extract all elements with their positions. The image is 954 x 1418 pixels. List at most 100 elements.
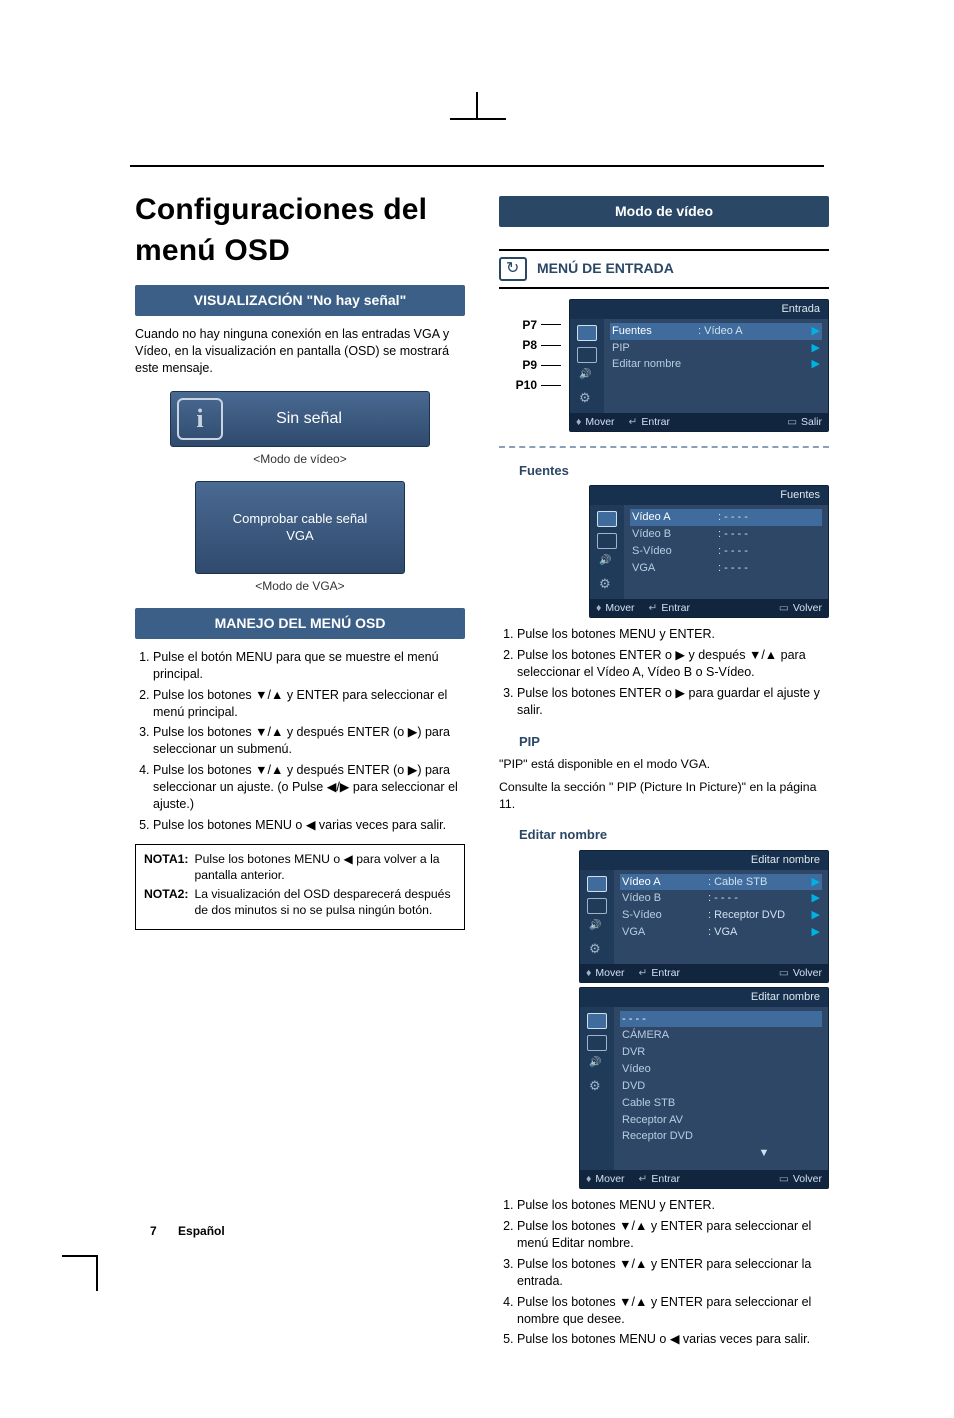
- input-tab-icon: [587, 876, 607, 892]
- osd-footer-move: Mover: [605, 601, 634, 615]
- chevron-right-icon: ▶: [812, 891, 820, 906]
- p-label: P10: [516, 377, 537, 393]
- editar-step: Pulse los botones ▼/▲ y ENTER para selec…: [517, 1218, 829, 1252]
- osd-footer-exit: Volver: [793, 966, 822, 980]
- editar-step: Pulse los botones MENU o ◀ varias veces …: [517, 1331, 829, 1348]
- nosignal-vga-text1: Comprobar cable señal: [206, 510, 394, 528]
- osd-row: S-Vídeo: - - - -: [630, 543, 822, 560]
- osd-row-key: VGA: [632, 561, 718, 576]
- osd-footer-move: Mover: [585, 415, 614, 429]
- osd-row-key: DVR: [622, 1045, 708, 1060]
- osd-row: PIP▶: [610, 340, 822, 357]
- osd-footer: ♦Mover↵Entrar▭Salir: [570, 413, 828, 431]
- osd-editar1: Editar nombreVídeo A: Cable STB▶Vídeo B:…: [579, 850, 829, 983]
- nosignal-vga-text2: VGA: [206, 527, 394, 545]
- right-column: Modo de vídeo MENÚ DE ENTRADA P7 P8 P9 P…: [499, 190, 829, 1358]
- nosignal-video-caption: <Modo de vídeo>: [170, 451, 430, 467]
- setup-tab-icon: [587, 942, 607, 958]
- left-column: Configuraciones del menú OSD VISUALIZACI…: [135, 190, 465, 1358]
- osd-footer-enter: Entrar: [661, 601, 690, 615]
- enter-icon: ↵: [649, 601, 658, 615]
- osd-row-key: Cable STB: [622, 1096, 708, 1111]
- osd-row: Vídeo: [620, 1061, 822, 1078]
- note1-label: NOTA1:: [144, 851, 188, 884]
- osd-footer-move: Mover: [595, 1172, 624, 1186]
- note-box: NOTA1: Pulse los botones MENU o ◀ para v…: [135, 844, 465, 930]
- osd-footer-exit: Volver: [793, 1172, 822, 1186]
- p-label: P9: [522, 357, 537, 373]
- osd-icon-rail: [590, 505, 624, 599]
- osd-entrada: EntradaFuentes: Vídeo A▶PIP▶Editar nombr…: [569, 299, 829, 432]
- chevron-right-icon: ▶: [812, 324, 820, 339]
- osd-rows: - - - -CÁMERADVRVídeoDVDCable STBRecepto…: [614, 1007, 828, 1171]
- crop-mark-top: [450, 118, 506, 120]
- chevron-right-icon: ▶: [812, 357, 820, 372]
- osd-rows: Vídeo A: Cable STB▶Vídeo B: - - - -▶S-Ví…: [614, 870, 828, 964]
- osd-step: Pulse el botón MENU para que se muestre …: [153, 649, 465, 683]
- osd-row: DVD: [620, 1078, 822, 1095]
- page-language: Español: [178, 1224, 225, 1238]
- p-labels: P7 P8 P9 P10: [516, 299, 561, 394]
- osd-row-key: Vídeo B: [622, 891, 708, 906]
- page-footer: 7 Español: [150, 1223, 243, 1239]
- osd-footer-exit: Volver: [793, 601, 822, 615]
- osd-icon-rail: [570, 319, 604, 413]
- osd-row-key: S-Vídeo: [632, 544, 718, 559]
- p-label: P7: [522, 317, 537, 333]
- p-label: P8: [522, 337, 537, 353]
- osd-row-val: : - - - -: [718, 544, 820, 559]
- setup-tab-icon: [597, 577, 617, 593]
- osd-row: - - - -: [620, 1011, 822, 1028]
- editar-step: Pulse los botones ▼/▲ y ENTER para selec…: [517, 1294, 829, 1328]
- osd-footer: ♦Mover↵Entrar▭Volver: [590, 599, 828, 617]
- note1-text: Pulse los botones MENU o ◀ para volver a…: [194, 851, 456, 884]
- osd-row: Editar nombre▶: [610, 356, 822, 373]
- osd-row-key: VGA: [622, 925, 708, 940]
- osd-row-val: : Receptor DVD: [708, 908, 812, 923]
- osd-title: Entrada: [570, 300, 828, 319]
- osd-row-val: : Vídeo A: [698, 324, 812, 339]
- editar-step: Pulse los botones ▼/▲ y ENTER para selec…: [517, 1256, 829, 1290]
- osd-icon-rail: [580, 870, 614, 964]
- input-menu-header: MENÚ DE ENTRADA: [499, 249, 829, 289]
- updown-icon: ♦: [596, 601, 601, 615]
- osd-row-key: DVD: [622, 1079, 708, 1094]
- menu-icon: ▭: [779, 1172, 789, 1186]
- osd-rows: Vídeo A: - - - -Vídeo B: - - - -S-Vídeo:…: [624, 505, 828, 599]
- updown-icon: ♦: [576, 415, 581, 429]
- osd-row-key: S-Vídeo: [622, 908, 708, 923]
- updown-icon: ♦: [586, 1172, 591, 1186]
- page-number: 7: [150, 1224, 157, 1238]
- osd-footer: ♦Mover↵Entrar▭Volver: [580, 1170, 828, 1188]
- enter-icon: ↵: [639, 1172, 648, 1186]
- osd-row-key: Receptor AV: [622, 1113, 708, 1128]
- osd-editar2: Editar nombre- - - -CÁMERADVRVídeoDVDCab…: [579, 987, 829, 1190]
- nosignal-vga: Comprobar cable señal VGA <Modo de VGA>: [195, 481, 405, 594]
- osd-row-val: : - - - -: [708, 891, 812, 906]
- osd-step: Pulse los botones MENU o ◀ varias veces …: [153, 817, 465, 834]
- fuentes-step: Pulse los botones ENTER o ▶ para guardar…: [517, 685, 829, 719]
- input-tab-icon: [587, 1013, 607, 1029]
- enter-icon: ↵: [639, 966, 648, 980]
- osd-row: Receptor AV: [620, 1112, 822, 1129]
- osd-row-key: PIP: [612, 341, 698, 356]
- fuentes-heading: Fuentes: [519, 462, 829, 480]
- osd-rows: Fuentes: Vídeo A▶PIP▶Editar nombre▶: [604, 319, 828, 413]
- osd-row: Vídeo A: - - - -: [630, 509, 822, 526]
- osd-row-val: : Cable STB: [708, 875, 812, 890]
- osd-row: Vídeo B: - - - -: [630, 526, 822, 543]
- osd-step: Pulse los botones ▼/▲ y después ENTER (o…: [153, 762, 465, 813]
- osd-row: Cable STB: [620, 1095, 822, 1112]
- menu-icon: ▭: [779, 966, 789, 980]
- picture-tab-icon: [577, 347, 597, 363]
- menu-icon: ▭: [787, 415, 797, 429]
- osd-row: Vídeo B: - - - -▶: [620, 890, 822, 907]
- para-no-signal: Cuando no hay ninguna conexión en las en…: [135, 326, 465, 377]
- osd-step: Pulse los botones ▼/▲ y ENTER para selec…: [153, 687, 465, 721]
- editar-step: Pulse los botones MENU y ENTER.: [517, 1197, 829, 1214]
- setup-tab-icon: [587, 1079, 607, 1095]
- input-menu-title: MENÚ DE ENTRADA: [537, 259, 674, 278]
- osd-icon-rail: [580, 1007, 614, 1171]
- osd-title: Editar nombre: [580, 851, 828, 870]
- osd-steps: Pulse el botón MENU para que se muestre …: [153, 649, 465, 834]
